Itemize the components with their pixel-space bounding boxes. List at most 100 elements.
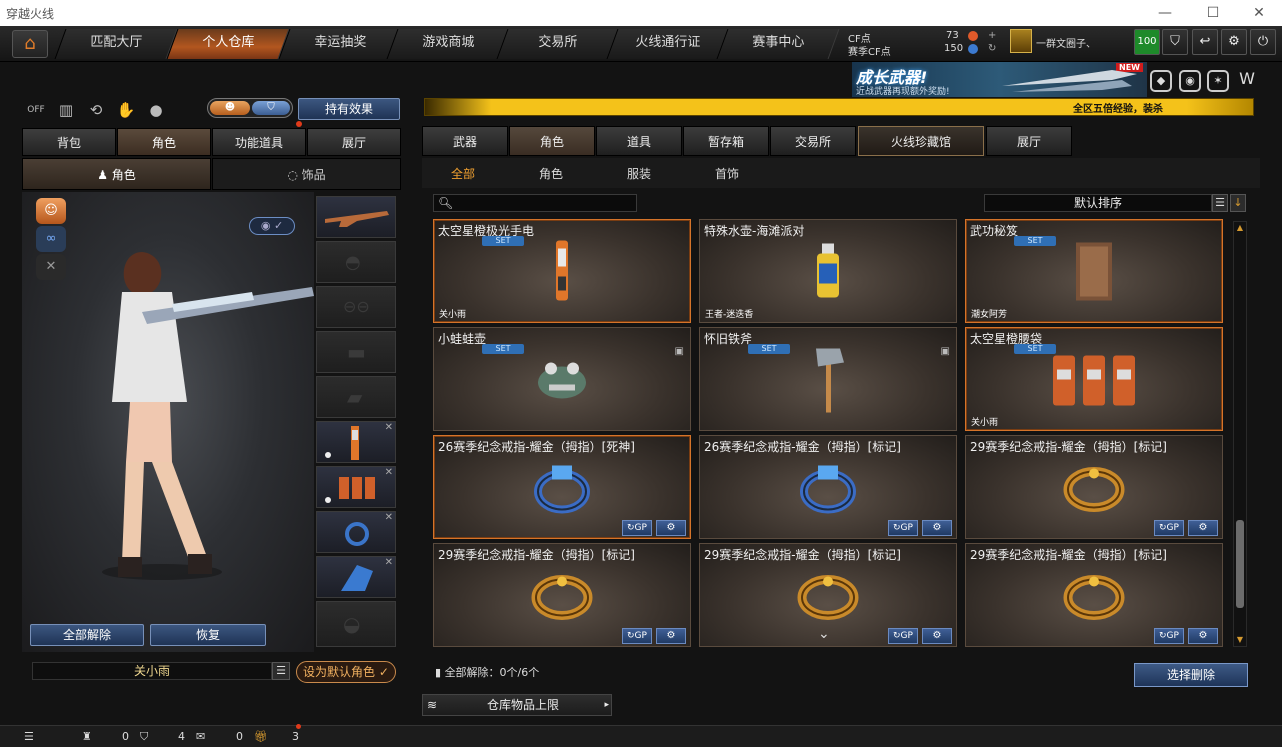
event-icon-2[interactable]: ◉ bbox=[1179, 70, 1201, 92]
scroll-up-icon[interactable]: ▲ bbox=[1234, 222, 1246, 234]
slot-vest[interactable]: ▬ bbox=[316, 331, 396, 373]
rotate-icon[interactable]: ⟲ bbox=[84, 98, 108, 122]
power-icon[interactable]: ⏻ bbox=[1250, 29, 1276, 55]
gear-icon[interactable]: ⚙ bbox=[1221, 29, 1247, 55]
tab-backpack[interactable]: 背包 bbox=[22, 128, 116, 156]
stats-icon[interactable]: ▥ bbox=[54, 98, 78, 122]
more-chevron-icon[interactable]: ⌄ bbox=[818, 626, 830, 642]
convert-gp-button[interactable]: ↻GP bbox=[622, 628, 652, 644]
eye-toggle[interactable]: ◉ ✓ bbox=[249, 217, 295, 235]
scrollbar[interactable]: ▲ ▼ bbox=[1233, 221, 1247, 647]
tab-items[interactable]: 道具 bbox=[596, 126, 682, 156]
sort-order-icon[interactable]: ↓ bbox=[1230, 194, 1246, 212]
slot-weapon[interactable] bbox=[316, 196, 396, 238]
gear-icon[interactable]: ⚙ bbox=[656, 520, 686, 536]
slot-flashlight[interactable]: ✕ bbox=[316, 421, 396, 463]
set-default-button[interactable]: 设为默认角色 ✓ bbox=[296, 661, 396, 683]
select-delete-button[interactable]: 选择删除 bbox=[1134, 663, 1248, 687]
item-card[interactable]: 特殊水壶-海滩派对 王者-迷迭香 bbox=[699, 219, 957, 323]
chat-icon[interactable]: ✉ bbox=[196, 730, 205, 743]
add-icon[interactable]: + bbox=[988, 30, 996, 41]
shield-icon[interactable]: ⛉ bbox=[140, 730, 148, 744]
remove-icon[interactable]: ✕ bbox=[385, 512, 393, 523]
slot-ring[interactable]: ✕ bbox=[316, 511, 396, 553]
refresh-icon[interactable]: ↻ bbox=[988, 43, 996, 54]
character-preview[interactable]: ☺ ∞ ✕ ◉ ✓ 全部解除 恢复 bbox=[22, 192, 314, 652]
tab-collection[interactable]: 火线珍藏馆 bbox=[858, 126, 984, 156]
event-icon-4[interactable]: W bbox=[1236, 70, 1258, 92]
subtab-accessory[interactable]: ◌ 饰品 bbox=[212, 158, 401, 190]
slot-ornament[interactable]: ✕ bbox=[316, 556, 396, 598]
restore-button[interactable]: 恢复 bbox=[150, 624, 266, 646]
user-info[interactable]: 一群文圈子、 bbox=[1010, 29, 1130, 55]
remove-icon[interactable]: ✕ bbox=[385, 422, 393, 433]
item-card[interactable]: 太空星橙极光手电 SET 关小雨 bbox=[433, 219, 691, 323]
filter-jewelry[interactable]: 首饰 bbox=[715, 165, 739, 182]
tab-lucky-draw[interactable]: 幸运抽奖 bbox=[278, 29, 402, 59]
slot-empty[interactable]: ◒ bbox=[316, 601, 396, 647]
slot-pouch[interactable]: ✕ bbox=[316, 466, 396, 508]
tab-character[interactable]: 角色 bbox=[509, 126, 595, 156]
tab-event-center[interactable]: 赛事中心 bbox=[716, 29, 840, 59]
item-card[interactable]: 武功秘笈 SET 潮女阿芳 bbox=[965, 219, 1223, 323]
pose-icon[interactable]: ✋ bbox=[114, 98, 138, 122]
convert-gp-button[interactable]: ↻GP bbox=[888, 520, 918, 536]
close-button[interactable]: ✕ bbox=[1244, 2, 1274, 24]
event-icon-1[interactable]: ◆ bbox=[1150, 70, 1172, 92]
return-icon[interactable]: ↩ bbox=[1192, 29, 1218, 55]
filter-all[interactable]: 全部 bbox=[451, 165, 475, 182]
tab-showroom[interactable]: 展厅 bbox=[307, 128, 401, 156]
item-card[interactable]: 29赛季纪念戒指-耀金（拇指）[标记] ↻GP ⚙ bbox=[965, 543, 1223, 647]
item-card[interactable]: 26赛季纪念戒指-耀金（拇指）[标记] ↻GP ⚙ bbox=[699, 435, 957, 539]
people-icon[interactable]: ♜ bbox=[82, 730, 92, 743]
event-icon-3[interactable]: ✶ bbox=[1207, 70, 1229, 92]
tab-function-items[interactable]: 功能道具 bbox=[212, 128, 306, 156]
remove-icon[interactable]: ✕ bbox=[385, 467, 393, 478]
scroll-down-icon[interactable]: ▼ bbox=[1234, 634, 1246, 646]
warehouse-limit[interactable]: ≋ 仓库物品上限 ▸ bbox=[422, 694, 612, 716]
slot-backpack[interactable]: ▰ bbox=[316, 376, 396, 418]
menu-icon[interactable]: ☰ bbox=[24, 730, 34, 743]
slot-helmet[interactable]: ◓ bbox=[316, 241, 396, 283]
tab-weapons[interactable]: 武器 bbox=[422, 126, 508, 156]
convert-gp-button[interactable]: ↻GP bbox=[888, 628, 918, 644]
male-view-icon[interactable]: ☺ bbox=[36, 198, 66, 224]
home-button[interactable]: ⌂ bbox=[12, 30, 48, 58]
item-card[interactable]: 29赛季纪念戒指-耀金（拇指）[标记] ↻GP ⚙ bbox=[965, 435, 1223, 539]
maximize-button[interactable]: ☐ bbox=[1198, 2, 1228, 24]
filter-character[interactable]: 角色 bbox=[539, 165, 563, 182]
convert-gp-button[interactable]: ↻GP bbox=[622, 520, 652, 536]
sort-dropdown[interactable]: 默认排序 bbox=[984, 194, 1212, 212]
tab-game-store[interactable]: 游戏商城 bbox=[386, 29, 510, 59]
gear-icon[interactable]: ⚙ bbox=[1188, 520, 1218, 536]
convert-gp-button[interactable]: ↻GP bbox=[1154, 628, 1184, 644]
tab-exchange[interactable]: 交易所 bbox=[496, 29, 620, 59]
item-card[interactable]: 小蛙蛙壶 SET ▣ bbox=[433, 327, 691, 431]
tab-battle-pass[interactable]: 火线通行证 bbox=[606, 29, 730, 59]
gear-icon[interactable]: ⚙ bbox=[922, 520, 952, 536]
toggle-off-icon[interactable]: OFF bbox=[24, 98, 48, 122]
effects-button[interactable]: 持有效果 bbox=[298, 98, 400, 120]
shield-icon[interactable]: ⛉ bbox=[1162, 29, 1188, 55]
list-icon[interactable]: ☰ bbox=[272, 662, 290, 680]
tab-exchange[interactable]: 交易所 bbox=[770, 126, 856, 156]
promo-banner[interactable]: 成长武器! 近战武器再现额外奖励! NEW bbox=[852, 62, 1147, 97]
gear-icon[interactable]: ⚙ bbox=[922, 628, 952, 644]
subtab-character[interactable]: ♟ 角色 bbox=[22, 158, 211, 190]
tab-match-hall[interactable]: 匹配大厅 bbox=[54, 29, 178, 59]
tab-character[interactable]: 角色 bbox=[117, 128, 211, 156]
slot-glasses[interactable]: ⊖⊖ bbox=[316, 286, 396, 328]
remove-icon[interactable]: ✕ bbox=[385, 557, 393, 568]
item-card[interactable]: 怀旧铁斧 SET ▣ bbox=[699, 327, 957, 431]
clear-all-button[interactable]: 全部解除 bbox=[30, 624, 144, 646]
wing-view-icon[interactable]: ✕ bbox=[36, 254, 66, 280]
filter-clothing[interactable]: 服装 bbox=[627, 165, 651, 182]
tab-personal-warehouse[interactable]: 个人仓库 bbox=[166, 29, 290, 59]
item-card[interactable]: 29赛季纪念戒指-耀金（拇指）[标记] ↻GP ⚙ bbox=[433, 543, 691, 647]
scroll-thumb[interactable] bbox=[1236, 520, 1244, 608]
convert-gp-button[interactable]: ↻GP bbox=[1154, 520, 1184, 536]
list-view-icon[interactable]: ☰ bbox=[1212, 194, 1228, 212]
gift-icon[interactable]: 🎁︎ bbox=[254, 730, 268, 743]
minimize-button[interactable]: — bbox=[1150, 2, 1180, 24]
view-toggle[interactable]: ☻ ⛉ bbox=[207, 98, 293, 118]
